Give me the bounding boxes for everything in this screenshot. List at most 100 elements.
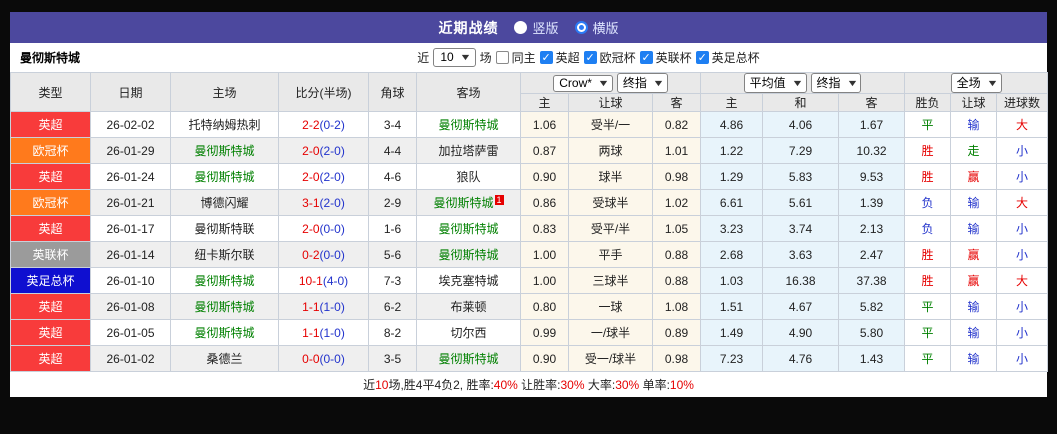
score-cell[interactable]: 1-1(1-0) bbox=[278, 293, 369, 320]
avg-draw-odds-cell: 4.76 bbox=[762, 345, 840, 372]
result-handicap-cell: 输 bbox=[950, 293, 998, 320]
away-team-cell[interactable]: 埃克塞特城 bbox=[416, 267, 521, 294]
table-row: 英超 26-01-02 桑德兰 0-0(0-0) 3-5 曼彻斯特城 0.90 … bbox=[10, 345, 1049, 372]
result-wdl-cell: 胜 bbox=[904, 163, 952, 190]
away-team-cell[interactable]: 狼队 bbox=[416, 163, 521, 190]
date-cell: 26-01-21 bbox=[90, 189, 171, 216]
away-team-cell[interactable]: 切尔西 bbox=[416, 319, 521, 346]
score-cell[interactable]: 2-0(2-0) bbox=[278, 163, 369, 190]
avg-home-odds-cell: 3.23 bbox=[700, 215, 764, 242]
scope-value: 全场 bbox=[956, 76, 981, 90]
home-team-cell[interactable]: 曼彻斯特城 bbox=[170, 137, 279, 164]
radio-icon-horizontal[interactable] bbox=[574, 21, 588, 34]
match-count-select[interactable]: 10 ▼ bbox=[433, 48, 476, 67]
home-team-cell[interactable]: 托特纳姆热刺 bbox=[170, 111, 279, 138]
fulltime-score[interactable]: 3-1 bbox=[302, 196, 319, 210]
radio-icon-vertical[interactable] bbox=[514, 21, 528, 34]
home-team-cell[interactable]: 曼彻斯特城 bbox=[170, 163, 279, 190]
corner-cell: 1-6 bbox=[368, 215, 417, 242]
score-cell[interactable]: 10-1(4-0) bbox=[278, 267, 369, 294]
checkbox-same-home[interactable] bbox=[495, 51, 509, 64]
result-handicap-cell: 输 bbox=[950, 345, 998, 372]
away-team-cell[interactable]: 曼彻斯特城 bbox=[416, 215, 521, 242]
checkbox-champions-league[interactable] bbox=[583, 51, 597, 64]
fulltime-score[interactable]: 0-2 bbox=[302, 248, 319, 262]
avg-home-odds-cell: 1.49 bbox=[700, 319, 764, 346]
checkbox-league-cup[interactable] bbox=[639, 51, 653, 64]
home-team-cell[interactable]: 曼彻斯特城 bbox=[170, 267, 279, 294]
date-cell: 26-01-24 bbox=[90, 163, 171, 190]
home-team-cell[interactable]: 曼彻斯特联 bbox=[170, 215, 279, 242]
home-team-cell[interactable]: 纽卡斯尔联 bbox=[170, 241, 279, 268]
score-cell[interactable]: 2-2(0-2) bbox=[278, 111, 369, 138]
away-team-cell[interactable]: 曼彻斯特城 bbox=[416, 345, 521, 372]
result-goals-cell: 大 bbox=[996, 189, 1049, 216]
result-wdl-cell: 胜 bbox=[904, 267, 952, 294]
fulltime-score[interactable]: 2-0 bbox=[302, 144, 319, 158]
handicap-cell: 三球半 bbox=[568, 267, 653, 294]
corner-cell: 3-5 bbox=[368, 345, 417, 372]
europe-time-select[interactable]: 终指 ▼ bbox=[810, 73, 862, 93]
fulltime-score[interactable]: 10-1 bbox=[299, 274, 323, 288]
radio-label[interactable]: 横版 bbox=[593, 18, 619, 37]
home-team-cell[interactable]: 桑德兰 bbox=[170, 345, 279, 372]
checkbox-fa-cup[interactable] bbox=[695, 51, 709, 64]
league-filter-premier[interactable]: 英超 bbox=[539, 49, 580, 66]
fulltime-score[interactable]: 2-0 bbox=[302, 222, 319, 236]
home-team-cell[interactable]: 博德闪耀 bbox=[170, 189, 279, 216]
radio-label[interactable]: 竖版 bbox=[532, 18, 558, 37]
league-filter-efl-cup[interactable]: 英联杯 bbox=[639, 49, 692, 66]
sub-header-avg-draw: 和 bbox=[762, 93, 840, 112]
home-team-cell[interactable]: 曼彻斯特城 bbox=[170, 319, 279, 346]
radio-horizontal-layout[interactable]: 横版 bbox=[574, 18, 619, 37]
league-badge: 英超 bbox=[10, 293, 91, 320]
handicap-cell: 球半 bbox=[568, 163, 653, 190]
away-team-cell[interactable]: 加拉塔萨雷 bbox=[416, 137, 521, 164]
league-filter-fa-cup[interactable]: 英足总杯 bbox=[695, 49, 760, 66]
score-cell[interactable]: 2-0(0-0) bbox=[278, 215, 369, 242]
summary-segment: 30% bbox=[615, 378, 640, 392]
chevron-down-icon: ▼ bbox=[597, 78, 610, 88]
fulltime-score[interactable]: 1-1 bbox=[302, 326, 319, 340]
sub-header-avg-home: 主 bbox=[700, 93, 764, 112]
fulltime-score[interactable]: 2-2 bbox=[302, 118, 319, 132]
result-handicap-cell: 输 bbox=[950, 319, 998, 346]
table-row: 英超 26-01-05 曼彻斯特城 1-1(1-0) 8-2 切尔西 0.99 … bbox=[10, 319, 1049, 346]
result-handicap-cell: 赢 bbox=[950, 241, 998, 268]
sub-header-result-wdl: 胜负 bbox=[904, 93, 952, 112]
halftime-score: (0-0) bbox=[319, 351, 345, 366]
avg-draw-odds-cell: 5.83 bbox=[762, 163, 840, 190]
away-team-cell[interactable]: 曼彻斯特城 bbox=[416, 241, 521, 268]
score-cell[interactable]: 1-1(1-0) bbox=[278, 319, 369, 346]
same-home-filter[interactable]: 同主 bbox=[495, 49, 536, 66]
home-team-cell[interactable]: 曼彻斯特城 bbox=[170, 293, 279, 320]
scope-select[interactable]: 全场 ▼ bbox=[950, 73, 1002, 93]
radio-vertical-layout[interactable]: 竖版 bbox=[514, 18, 559, 37]
result-wdl-cell: 胜 bbox=[904, 241, 952, 268]
date-cell: 26-01-14 bbox=[90, 241, 171, 268]
sub-header-result-handicap: 让球 bbox=[950, 93, 998, 112]
score-cell[interactable]: 3-1(2-0) bbox=[278, 189, 369, 216]
col-header-away: 客场 bbox=[416, 72, 521, 112]
handicap-cell: 一球 bbox=[568, 293, 653, 320]
away-team-cell[interactable]: 曼彻斯特城 bbox=[416, 111, 521, 138]
avg-away-odds-cell: 37.38 bbox=[838, 267, 906, 294]
fulltime-score[interactable]: 0-0 bbox=[302, 352, 319, 366]
asian-away-odds-cell: 1.01 bbox=[651, 137, 702, 164]
fulltime-score[interactable]: 1-1 bbox=[302, 300, 319, 314]
fulltime-score[interactable]: 2-0 bbox=[302, 170, 319, 184]
odds-time-select[interactable]: 终指 ▼ bbox=[616, 73, 668, 93]
score-cell[interactable]: 0-0(0-0) bbox=[278, 345, 369, 372]
league-badge: 英超 bbox=[10, 345, 91, 372]
asian-away-odds-cell: 0.89 bbox=[651, 319, 702, 346]
score-cell[interactable]: 2-0(2-0) bbox=[278, 137, 369, 164]
europe-type-select[interactable]: 平均值 ▼ bbox=[743, 73, 807, 93]
league-filter-ucl[interactable]: 欧冠杯 bbox=[583, 49, 636, 66]
score-cell[interactable]: 0-2(0-0) bbox=[278, 241, 369, 268]
sub-header-result-goals: 进球数 bbox=[996, 93, 1049, 112]
odds-company-select[interactable]: Crow* ▼ bbox=[553, 75, 613, 92]
away-team-cell[interactable]: 布莱顿 bbox=[416, 293, 521, 320]
asian-away-odds-cell: 0.88 bbox=[651, 241, 702, 268]
away-team-cell[interactable]: 曼彻斯特城 1 bbox=[416, 189, 521, 216]
checkbox-premier-league[interactable] bbox=[539, 51, 553, 64]
